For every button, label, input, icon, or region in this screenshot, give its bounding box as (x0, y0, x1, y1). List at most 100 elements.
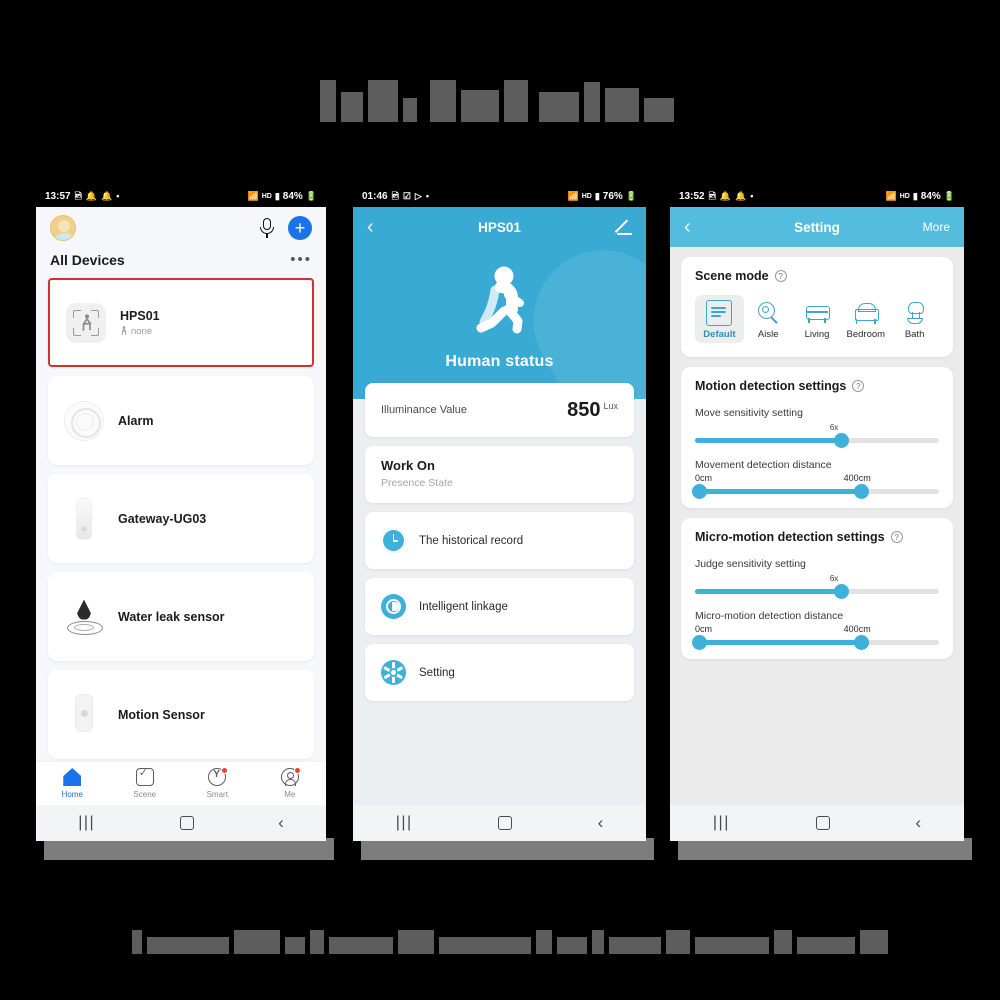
detail-body: Illuminance Value 850 Lux Work On Presenc… (353, 383, 646, 701)
scene-mode-aisle[interactable]: Aisle (744, 295, 793, 343)
signal-icon: ▮ (274, 190, 280, 201)
status-bar: 01:46 🖻 ☑ ▷ • 📶 HD ▮ 76% 🔋 (353, 185, 646, 207)
row-label: Intelligent linkage (419, 600, 508, 613)
home-button[interactable] (498, 816, 513, 830)
device-name: Water leak sensor (118, 609, 225, 624)
device-card-motion-sensor[interactable]: Motion Sensor (48, 670, 314, 759)
row-historical-record[interactable]: The historical record (365, 512, 634, 569)
judge-sensitivity-slider[interactable] (695, 584, 939, 599)
back-button[interactable]: ‹ (915, 813, 921, 833)
dot-icon: • (425, 190, 429, 201)
add-device-button[interactable]: + (288, 216, 312, 240)
status-battery: 84% (282, 190, 303, 202)
help-icon[interactable]: ? (774, 270, 787, 282)
range-max: 400cm (843, 473, 871, 483)
mic-icon[interactable] (260, 218, 274, 238)
slider-thumb[interactable] (834, 433, 850, 448)
slider-thumb-start[interactable] (692, 635, 707, 650)
device-sub-text: none (131, 325, 153, 337)
image-icon: 🖻 (391, 190, 399, 201)
micro-distance-label: Micro-motion detection distance (695, 610, 844, 622)
tab-home[interactable]: Home (36, 768, 109, 799)
battery-icon: 🔋 (625, 190, 637, 201)
dot-icon: • (750, 190, 754, 201)
play-icon: ▷ (414, 190, 422, 201)
device-card-alarm[interactable]: Alarm (48, 376, 314, 465)
phone-home-screen: 13:57 🖻 🔔 🔔 • 📶 HD ▮ 84% 🔋 + All Devices… (36, 185, 326, 841)
status-time: 13:52 (679, 190, 705, 202)
move-sensitivity-value: 6x (829, 423, 839, 432)
presence-state-card: Work On Presence State (365, 446, 634, 503)
device-hero: ‹ HPS01 Human status (353, 207, 646, 399)
tab-scene[interactable]: Scene (109, 766, 182, 799)
slider-thumb-start[interactable] (692, 484, 707, 499)
device-card-water-leak[interactable]: Water leak sensor (48, 572, 314, 661)
tab-label: Home (61, 790, 83, 799)
back-button[interactable]: ‹ (684, 216, 691, 239)
recents-button[interactable]: ||| (713, 814, 730, 832)
bell-icon: 🔔 (735, 190, 747, 201)
recents-button[interactable]: ||| (396, 814, 413, 832)
page-title: All Devices (50, 251, 125, 268)
slider-thumb-end[interactable] (853, 484, 869, 499)
checkbox-icon: ☑ (402, 190, 411, 201)
toilet-icon (902, 300, 928, 326)
row-setting[interactable]: Setting (365, 644, 634, 701)
scene-mode-bedroom[interactable]: Bedroom (841, 295, 890, 343)
phone-settings-screen: 13:52 🖻 🔔 🔔 • 📶 HD ▮ 84% 🔋 ‹ Setting Mor… (670, 185, 964, 841)
device-card-gateway[interactable]: Gateway-UG03 (48, 474, 314, 563)
help-icon[interactable]: ? (890, 531, 903, 543)
judge-sensitivity-label: Judge sensitivity setting (695, 558, 806, 570)
illuminance-unit: Lux (603, 401, 618, 412)
more-button[interactable]: More (923, 220, 950, 234)
back-button[interactable]: ‹ (278, 813, 284, 833)
app-bar: ‹ Setting More (670, 207, 964, 247)
status-bar: 13:52 🖻 🔔 🔔 • 📶 HD ▮ 84% 🔋 (670, 185, 964, 207)
scene-mode-bath[interactable]: Bath (890, 295, 939, 343)
scene-mode-label: Bath (904, 329, 925, 340)
wifi-icon: 📶 (567, 190, 579, 201)
gear-icon (381, 660, 406, 685)
android-nav-bar: ||| ‹ (670, 805, 964, 841)
tab-smart[interactable]: Smart (181, 767, 254, 799)
device-name: Motion Sensor (118, 707, 205, 722)
recents-button[interactable]: ||| (78, 814, 95, 832)
help-icon[interactable]: ? (852, 380, 865, 392)
home-button[interactable] (815, 816, 830, 830)
person-mini-icon (121, 326, 127, 335)
device-card-hps01[interactable]: HPS01 none (48, 278, 314, 367)
movement-distance-slider[interactable] (692, 484, 939, 499)
avatar[interactable] (50, 215, 76, 241)
range-min: 0cm (695, 473, 713, 483)
scene-mode-living[interactable]: Living (793, 295, 842, 343)
scene-mode-default[interactable]: Default (695, 295, 744, 343)
back-button[interactable]: ‹ (598, 813, 604, 833)
device-name: Gateway-UG03 (118, 511, 207, 526)
bell-icon: 🔔 (85, 190, 98, 201)
app-bar: ‹ HPS01 (353, 207, 646, 247)
bell-icon: 🔔 (101, 190, 113, 201)
row-intelligent-linkage[interactable]: Intelligent linkage (365, 578, 634, 635)
illuminance-label: Illuminance Value (381, 404, 468, 416)
micro-distance-slider[interactable] (692, 635, 939, 650)
tab-me[interactable]: Me (254, 767, 327, 799)
back-button[interactable]: ‹ (367, 216, 374, 239)
range-max: 400cm (843, 624, 871, 634)
status-bar: 13:57 🖻 🔔 🔔 • 📶 HD ▮ 84% 🔋 (36, 185, 326, 207)
magnifier-icon (755, 300, 781, 326)
home-button[interactable] (179, 816, 194, 830)
motion-detection-card: Motion detection settings ? Move sensiti… (681, 367, 953, 508)
device-subtitle: none (120, 326, 160, 337)
move-sensitivity-slider[interactable] (695, 433, 939, 448)
tab-label: Smart (206, 790, 228, 799)
movement-distance-range: 0cm 400cm (695, 473, 939, 483)
alarm-icon (64, 400, 104, 441)
smart-icon (208, 767, 229, 786)
slider-thumb[interactable] (834, 584, 850, 599)
slider-thumb-end[interactable] (853, 635, 869, 650)
overflow-menu-button[interactable]: ••• (290, 251, 312, 268)
device-name: Alarm (118, 413, 154, 428)
pencil-icon[interactable] (616, 219, 632, 235)
battery-icon: 🔋 (305, 190, 317, 201)
row-label: Setting (419, 666, 455, 679)
